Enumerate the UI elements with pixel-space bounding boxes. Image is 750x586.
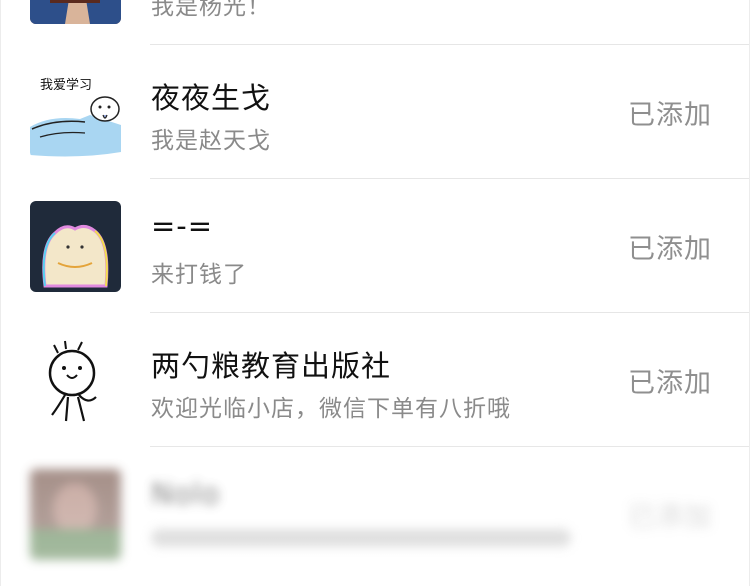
- contact-row[interactable]: 我是杨光！: [0, 0, 750, 45]
- contact-name: 两勺粮教育出版社: [151, 349, 392, 383]
- contact-list: 我是杨光！ 我爱学习 夜夜生戈 我是赵天戈 已添加 =-= 来打钱了 已添加 两…: [0, 0, 750, 586]
- contact-name: =-=: [151, 209, 214, 243]
- blurred-photo-avatar-icon: [30, 469, 121, 560]
- contact-subtitle: 我是赵天戈: [151, 128, 271, 154]
- study-cartoon-avatar-icon: 我爱学习: [30, 67, 121, 158]
- added-status-label: 已添加: [628, 368, 712, 399]
- doodle-character-avatar-icon: [30, 335, 121, 426]
- added-status-label: 已添加: [628, 502, 712, 533]
- contact-subtitle: 来打钱了: [151, 262, 247, 288]
- added-status-label: 已添加: [628, 100, 712, 131]
- contact-name: 夜夜生戈: [151, 81, 272, 115]
- left-border: [0, 0, 1, 586]
- brown-photo-avatar-icon: [30, 0, 121, 24]
- avatar-caption: 我爱学习: [40, 77, 92, 93]
- contact-subtitle: [151, 529, 571, 547]
- contact-row[interactable]: 我爱学习 夜夜生戈 我是赵天戈 已添加: [0, 45, 750, 179]
- contact-subtitle: 欢迎光临小店，微信下单有八折哦: [151, 396, 511, 422]
- added-status-label: 已添加: [628, 234, 712, 265]
- contact-name: Nolo: [151, 477, 221, 511]
- fluffy-cat-avatar-icon: [30, 201, 121, 292]
- contact-subtitle: 我是杨光！: [151, 0, 271, 20]
- contact-row[interactable]: Nolo 已添加: [0, 447, 750, 581]
- contact-row[interactable]: =-= 来打钱了 已添加: [0, 179, 750, 313]
- contact-row[interactable]: 两勺粮教育出版社 欢迎光临小店，微信下单有八折哦 已添加: [0, 313, 750, 447]
